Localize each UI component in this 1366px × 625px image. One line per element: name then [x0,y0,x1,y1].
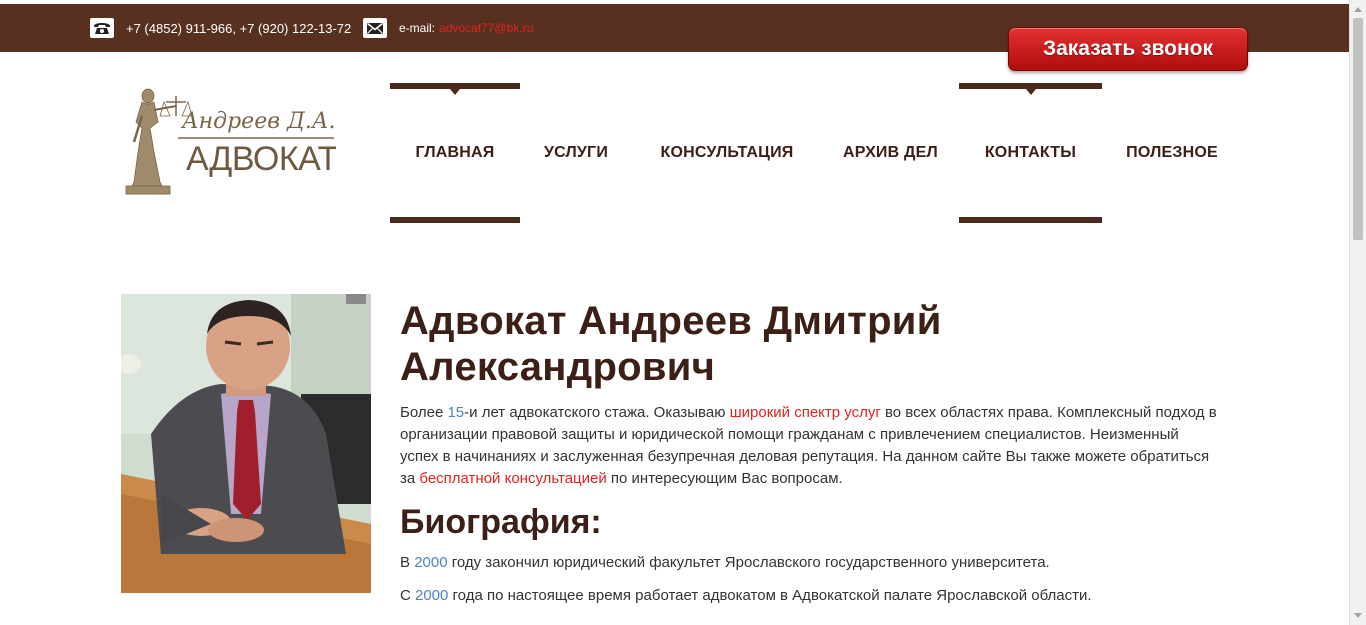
main-nav: ГЛАВНАЯ УСЛУГИ КОНСУЛЬТАЦИЯ АРХИВ ДЕЛ КО… [390,83,1242,223]
logo-name: Андреев Д.А. [180,109,336,134]
site-logo[interactable]: Андреев Д.А. АДВОКАТ [120,82,338,198]
active-marker-icon [1025,89,1036,95]
email-link[interactable]: advocat77@bk.ru [439,21,533,35]
active-marker-icon [450,89,460,95]
themis-icon: Андреев Д.А. АДВОКАТ [125,88,338,195]
phone-numbers: +7 (4852) 911-966, +7 (920) 122-13-72 [126,20,352,36]
nav-item-archive[interactable]: АРХИВ ДЕЛ [822,83,959,223]
page-scrollbar[interactable] [1349,0,1366,625]
envelope-icon [363,18,387,38]
nav-label: ПОЛЕЗНОЕ [1126,144,1218,161]
nav-item-home[interactable]: ГЛАВНАЯ [390,83,520,223]
nav-item-services[interactable]: УСЛУГИ [520,83,632,223]
nav-label: УСЛУГИ [543,144,609,161]
year-number: 2000 [414,554,448,571]
email-label: e-mail: [399,21,436,35]
free-consultation-link[interactable]: бесплатной консультацией [419,470,606,487]
biography-heading: Биография: [400,503,602,541]
nav-label: ГЛАВНАЯ [415,144,495,161]
order-call-button[interactable]: Заказать звонок [1008,27,1248,71]
year-number: 2000 [415,587,449,604]
nav-item-consultation[interactable]: КОНСУЛЬТАЦИЯ [632,83,822,223]
intro-paragraph: Более 15-и лет адвокатского стажа. Оказы… [400,404,1217,487]
phone-icon [90,18,114,38]
years-number: 15 [447,404,465,421]
services-link[interactable]: широкий спектр услуг [730,404,881,421]
nav-item-contacts[interactable]: КОНТАКТЫ [959,83,1102,223]
phone-contact: +7 (4852) 911-966, +7 (920) 122-13-72 [90,18,351,38]
lawyer-photo [121,294,371,593]
nav-label: АРХИВ ДЕЛ [843,144,938,161]
page-title: Адвокат Андреев Дмитрий Александрович [400,299,942,389]
nav-item-useful[interactable]: ПОЛЕЗНОЕ [1102,83,1242,223]
email-contact: e-mail: advocat77@bk.ru [363,18,533,38]
nav-label: КОНТАКТЫ [984,144,1077,161]
biography-line-1: В 2000 году закончил юридический факульт… [400,554,1050,571]
nav-label: КОНСУЛЬТАЦИЯ [660,144,794,161]
main-content: Адвокат Андреев Дмитрий Александрович Бо… [400,298,1220,607]
logo-title: АДВОКАТ [186,140,336,178]
scrollbar-thumb[interactable] [1353,18,1363,240]
scroll-down-icon[interactable] [1354,613,1362,618]
biography-line-2: С 2000 года по настоящее время работает … [400,587,1092,604]
scroll-up-icon[interactable] [1354,7,1362,12]
